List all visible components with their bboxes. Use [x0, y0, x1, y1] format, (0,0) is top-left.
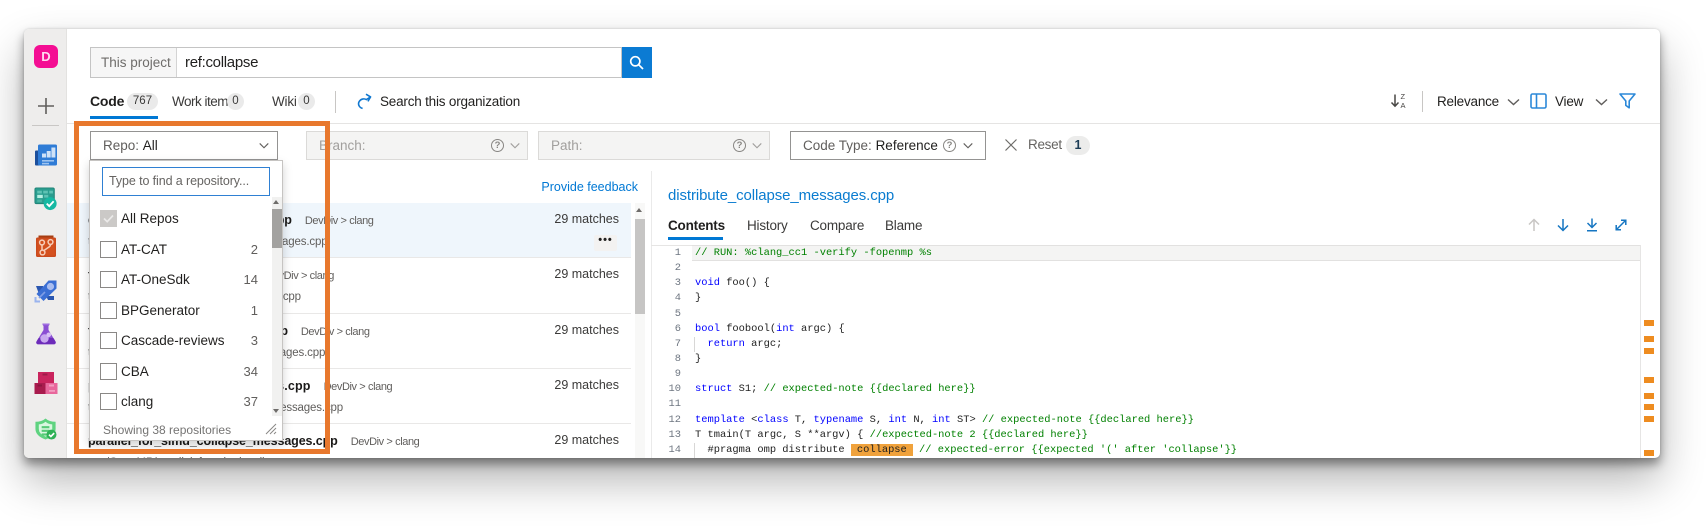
svg-text:Z: Z: [1401, 92, 1406, 101]
svg-text:A: A: [1401, 101, 1406, 110]
